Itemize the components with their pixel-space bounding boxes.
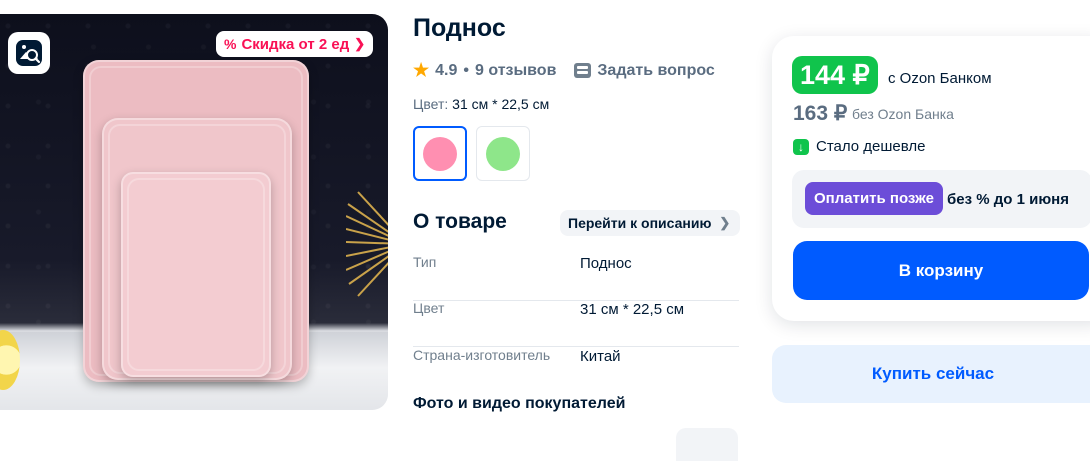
add-to-cart-button[interactable]: В корзину	[793, 241, 1089, 300]
rating-row: ★ 4.9 • 9 отзывов Задать вопрос	[413, 60, 715, 81]
chevron-right-icon: ❯	[354, 36, 366, 51]
color-selection-label: Цвет: 31 см * 22,5 см	[413, 96, 549, 112]
price-dropped-label: Стало дешевле	[816, 138, 926, 155]
price-without-bank-note: без Ozon Банка	[852, 106, 954, 122]
tray-small	[121, 172, 271, 377]
go-to-description-button[interactable]: Перейти к описанию ❯	[560, 210, 741, 236]
spec-row: Страна-изготовитель Китай	[413, 347, 739, 394]
spec-key: Цвет	[413, 300, 445, 316]
spec-value: Поднос	[580, 255, 632, 272]
spec-key: Страна-изготовитель	[413, 347, 551, 363]
price-without-bank: 163 ₽	[793, 102, 848, 125]
rating-value: 4.9	[435, 61, 458, 79]
customer-photos-heading: Фото и видео покупателей	[413, 395, 626, 412]
price-dropped-badge: ↓ Стало дешевле	[793, 138, 926, 155]
percent-icon: %	[224, 36, 237, 52]
price-with-bank-note: с Ozon Банком	[888, 70, 992, 87]
buy-now-button[interactable]: Купить сейчас	[772, 345, 1090, 403]
image-search-icon	[16, 40, 42, 66]
pay-later-button[interactable]: Оплатить позже	[805, 182, 943, 215]
color-label: Цвет:	[413, 96, 449, 112]
product-photo[interactable]: % Скидка от 2 ед ❯	[0, 14, 388, 410]
spec-value: Китай	[580, 348, 621, 365]
rating-separator: •	[463, 61, 469, 79]
discount-badge[interactable]: % Скидка от 2 ед ❯	[216, 31, 374, 57]
pay-later-note: без % до 1 июня	[947, 191, 1069, 208]
sunburst-decor	[346, 191, 388, 297]
spec-value: 31 см * 22,5 см	[580, 301, 685, 318]
color-swatch-green[interactable]	[476, 126, 530, 181]
arrow-down-icon: ↓	[793, 138, 809, 155]
image-search-button[interactable]	[8, 32, 50, 74]
color-value: 31 см * 22,5 см	[452, 96, 550, 112]
swatch-dot	[423, 136, 457, 171]
page-title: Поднос	[413, 14, 506, 42]
question-icon	[574, 63, 592, 78]
spec-row: Цвет 31 см * 22,5 см	[413, 300, 739, 347]
color-swatch-pink[interactable]	[413, 126, 467, 181]
pay-later-box: Оплатить позже без % до 1 июня	[792, 170, 1090, 228]
ask-question-link[interactable]: Задать вопрос	[597, 62, 714, 80]
reviews-link[interactable]: 9 отзывов	[475, 62, 556, 80]
about-heading: О товаре	[413, 210, 507, 233]
discount-badge-label: Скидка от 2 ед	[241, 35, 350, 53]
star-icon: ★	[413, 60, 430, 80]
spec-row: Тип Поднос	[413, 254, 739, 301]
buy-card: 144 ₽ с Ozon Банком 163 ₽ без Ozon Банка…	[772, 36, 1090, 321]
chevron-right-icon: ❯	[719, 215, 731, 230]
customer-photo-thumbnail[interactable]	[676, 428, 738, 461]
spec-key: Тип	[413, 254, 437, 270]
swatch-dot	[486, 136, 520, 171]
price-with-bank: 144 ₽	[792, 56, 878, 94]
go-to-description-label: Перейти к описанию	[568, 215, 712, 231]
